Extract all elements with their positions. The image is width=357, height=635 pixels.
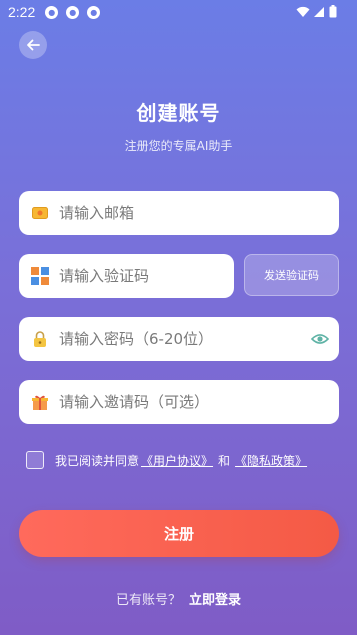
back-button[interactable] [19,31,47,59]
verification-code-field[interactable] [19,254,253,298]
verification-code-input[interactable] [59,254,253,298]
login-row: 已有账号？ 立即登录 [0,589,357,608]
login-prompt: 已有账号？ [115,593,181,608]
agreement-conjunction: 和 [218,453,231,468]
status-right [296,5,337,18]
register-button[interactable]: 注册 [19,510,339,557]
password-input[interactable] [59,317,339,361]
email-field[interactable] [19,191,339,235]
invite-code-field[interactable] [19,380,339,424]
envelope-icon [31,204,49,222]
lock-icon [31,330,49,348]
status-bar: 2:22 ● ● ● [0,0,357,24]
status-time: 2:22 [8,4,36,20]
email-input[interactable] [59,191,339,235]
agreement-row: 我已阅读并同意 《用户协议》 和 《隐私政策》 [26,451,309,469]
page-subtitle: 注册您的专属AI助手 [124,139,233,153]
numbers-icon [31,267,49,285]
privacy-policy-link[interactable]: 《隐私政策》 [235,452,307,469]
login-link[interactable]: 立即登录 [189,593,241,608]
agreement-checkbox[interactable] [26,451,44,469]
notification-icon: ● [66,5,80,19]
notification-icon: ● [87,5,101,19]
wifi-icon [296,6,310,17]
agreement-prefix: 我已阅读并同意 [55,453,140,468]
eye-icon[interactable] [310,330,330,349]
battery-icon [329,5,337,18]
page-title: 创建账号 [136,101,221,125]
invite-code-input[interactable] [59,380,339,424]
signal-icon [314,6,324,17]
send-code-button[interactable]: 发送验证码 [244,254,339,296]
password-field[interactable] [19,317,339,361]
notification-icon: ● [45,5,59,19]
user-agreement-link[interactable]: 《用户协议》 [141,452,213,469]
gift-icon [31,393,49,411]
arrow-left-icon [27,39,40,51]
